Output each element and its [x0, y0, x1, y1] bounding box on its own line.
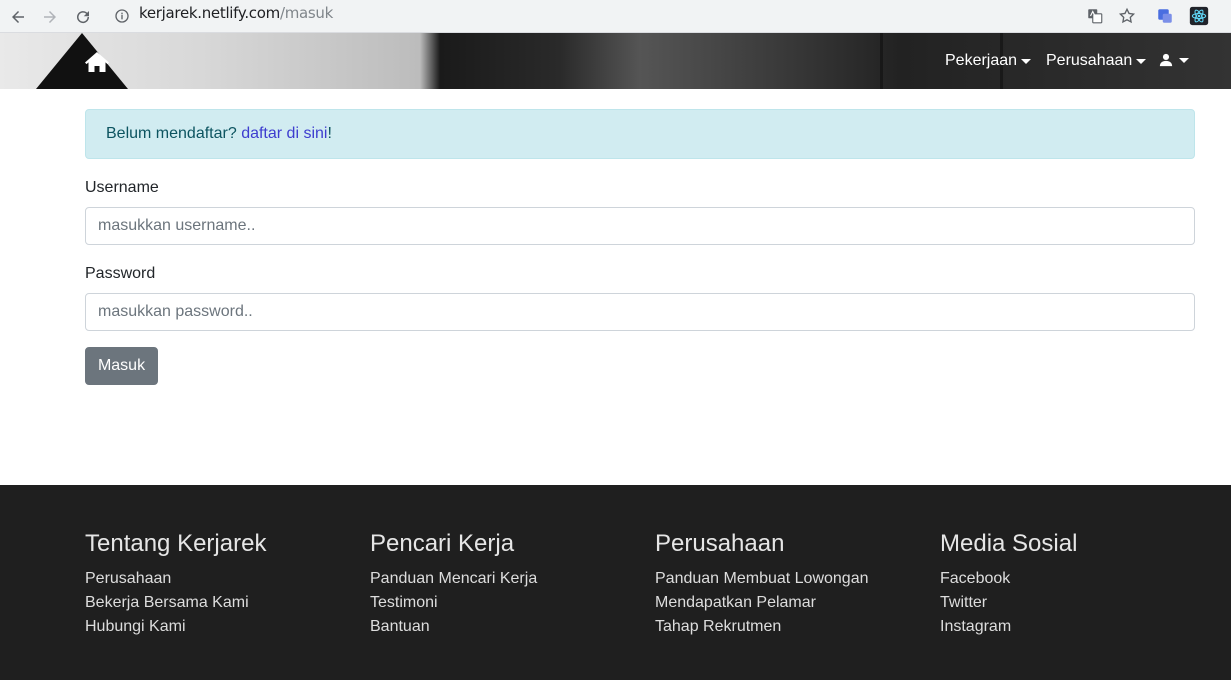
nav-perusahaan-label: Perusahaan: [1046, 52, 1133, 69]
user-menu-dropdown[interactable]: [1159, 52, 1189, 68]
address-bar[interactable]: kerjarek.netlify.com/masuk: [139, 4, 333, 22]
password-input[interactable]: [85, 293, 1195, 331]
login-button[interactable]: Masuk: [85, 347, 158, 385]
extension-translate-icon[interactable]: [1153, 4, 1177, 28]
caret-down-icon: [1136, 58, 1147, 64]
nav-pekerjaan-label: Pekerjaan: [945, 52, 1018, 69]
footer-link[interactable]: Tahap Rekrutmen: [655, 615, 935, 639]
footer-link[interactable]: Hubungi Kami: [85, 615, 365, 639]
home-link[interactable]: [84, 50, 110, 74]
register-link[interactable]: daftar di sini: [241, 125, 327, 142]
footer-column-title: Pencari Kerja: [370, 530, 515, 557]
footer-column-media-sosial: Media Sosial Facebook Twitter Instagram: [940, 529, 1220, 639]
home-icon: [85, 52, 109, 72]
footer-link[interactable]: Perusahaan: [85, 567, 365, 591]
site-navbar: Pekerjaan Perusahaan: [0, 33, 1231, 89]
header-background-shape: [36, 33, 128, 89]
footer-link[interactable]: Instagram: [940, 615, 1220, 639]
reload-button[interactable]: [70, 4, 96, 30]
register-alert: Belum mendaftar? daftar di sini!: [85, 109, 1195, 159]
footer-column-pencari-kerja: Pencari Kerja Panduan Mencari Kerja Test…: [370, 529, 650, 639]
alert-suffix: !: [327, 125, 332, 142]
footer-link[interactable]: Panduan Mencari Kerja: [370, 567, 650, 591]
footer-link[interactable]: Facebook: [940, 567, 1220, 591]
forward-button[interactable]: [37, 4, 63, 30]
footer-link[interactable]: Testimoni: [370, 591, 650, 615]
arrow-left-icon: [12, 11, 24, 23]
url-host: kerjarek.netlify.com: [139, 4, 280, 22]
arrow-right-icon: [44, 11, 56, 23]
site-info-icon[interactable]: [112, 6, 132, 26]
footer-column-tentang: Tentang Kerjarek Perusahaan Bekerja Bers…: [85, 529, 365, 639]
alert-text: Belum mendaftar?: [106, 125, 242, 142]
header-background-stripe: [880, 33, 883, 89]
footer-link[interactable]: Panduan Membuat Lowongan: [655, 567, 935, 591]
username-input[interactable]: [85, 207, 1195, 245]
footer-link[interactable]: Bantuan: [370, 615, 650, 639]
bookmark-star-icon[interactable]: [1115, 4, 1139, 28]
footer-link[interactable]: Twitter: [940, 591, 1220, 615]
caret-down-icon: [1179, 57, 1189, 63]
nav-pekerjaan-dropdown[interactable]: Pekerjaan: [945, 50, 1032, 72]
site-footer: Tentang Kerjarek Perusahaan Bekerja Bers…: [0, 485, 1231, 680]
footer-column-title: Tentang Kerjarek: [85, 530, 267, 557]
username-label: Username: [85, 179, 159, 196]
footer-column-title: Perusahaan: [655, 530, 785, 557]
back-button[interactable]: [5, 4, 31, 30]
nav-perusahaan-dropdown[interactable]: Perusahaan: [1046, 50, 1147, 72]
react-devtools-icon[interactable]: [1187, 4, 1211, 28]
user-icon: [1159, 53, 1173, 67]
url-path: /masuk: [279, 4, 334, 22]
password-label: Password: [85, 265, 156, 282]
reload-icon: [77, 11, 90, 24]
footer-link[interactable]: Bekerja Bersama Kami: [85, 591, 365, 615]
footer-column-perusahaan: Perusahaan Panduan Membuat Lowongan Mend…: [655, 529, 935, 639]
footer-link[interactable]: Mendapatkan Pelamar: [655, 591, 935, 615]
translate-icon[interactable]: [1083, 4, 1107, 28]
browser-toolbar: kerjarek.netlify.com/masuk: [0, 0, 1231, 33]
footer-column-title: Media Sosial: [940, 530, 1078, 557]
caret-down-icon: [1021, 58, 1032, 64]
